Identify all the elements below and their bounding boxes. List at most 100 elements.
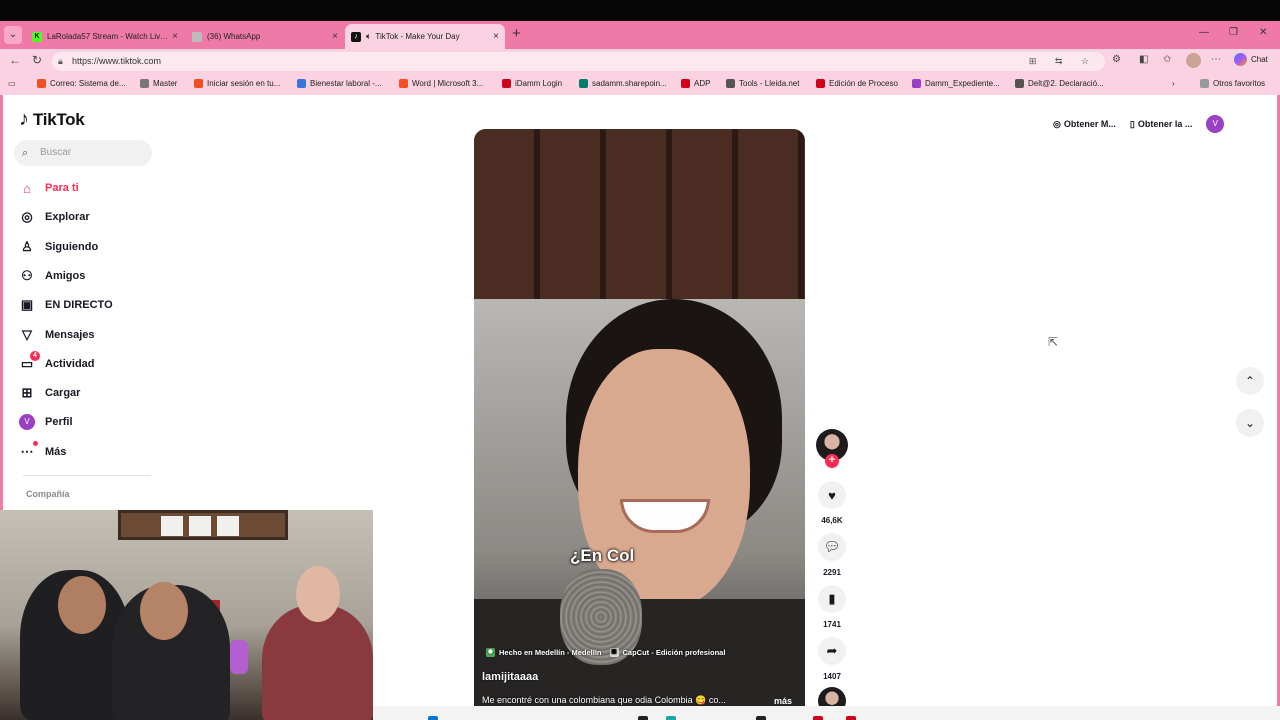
new-tab-button[interactable]: + bbox=[512, 26, 526, 42]
restore-icon[interactable]: ❐ bbox=[1229, 27, 1238, 38]
like-button[interactable]: ♥ bbox=[818, 481, 846, 509]
bookmark-item[interactable]: Delt@2. Declaració... bbox=[1015, 79, 1104, 88]
next-video-button[interactable]: ⌄ bbox=[1236, 409, 1264, 437]
tiktok-icon: ♪ bbox=[351, 31, 361, 42]
bookmark-item[interactable]: Iniciar sesión en tu... bbox=[194, 79, 280, 88]
taskbar-app-icon[interactable] bbox=[813, 716, 823, 720]
sidebar-item-mensajes[interactable]: ▽ Mensajes bbox=[18, 326, 95, 344]
video-tags: ◉ Hecho en Medellín - Medellín ▣ CapCut … bbox=[486, 648, 725, 657]
sidebar-item-siguiendo[interactable]: ♙ Siguiendo bbox=[18, 238, 98, 256]
refresh-icon[interactable]: ↻ bbox=[32, 53, 42, 67]
search-input[interactable]: ⌕ Buscar bbox=[14, 140, 152, 166]
company-link[interactable]: Compañía bbox=[26, 489, 70, 499]
sidebar-item-en-directo[interactable]: ▣ EN DIRECTO bbox=[18, 296, 113, 314]
bookmark-item[interactable]: Word | Microsoft 3... bbox=[399, 79, 483, 88]
video-author[interactable]: lamijitaaaa bbox=[482, 671, 538, 683]
sidebar-item-cargar[interactable]: ⊞ Cargar bbox=[18, 384, 81, 402]
bookmark-label: Tools - Lleida.net bbox=[739, 79, 800, 88]
taskbar-app-icon[interactable] bbox=[756, 716, 766, 720]
minimize-icon[interactable]: — bbox=[1199, 27, 1209, 38]
notification-badge: 4 bbox=[30, 350, 40, 361]
settings-more-icon[interactable]: ⋯ bbox=[1211, 54, 1221, 65]
address-row: ← ↻ 🔒︎ https://www.tiktok.com ⊞ ⇆ ☆ ⚙︎ ◧… bbox=[0, 49, 1280, 74]
following-icon: ♙ bbox=[21, 238, 33, 254]
whatsapp-icon bbox=[192, 31, 202, 42]
window-close-icon[interactable]: ✕ bbox=[1259, 27, 1267, 38]
copilot-icon bbox=[1234, 53, 1247, 66]
bookmark-label: Damm_Expediente... bbox=[925, 79, 1000, 88]
other-favorites[interactable]: Otros favoritos bbox=[1200, 79, 1265, 88]
search-icon: ⌕ bbox=[22, 147, 29, 159]
split-screen-icon[interactable]: ◧ bbox=[1139, 54, 1148, 65]
save-button[interactable]: ▮ bbox=[818, 585, 846, 613]
tiktok-logo[interactable]: ♪ TikTok bbox=[19, 108, 85, 131]
favorites-icon[interactable]: ✩ bbox=[1163, 54, 1171, 65]
sidebar-item-actividad[interactable]: ▭ 4 Actividad bbox=[18, 350, 95, 373]
more-button[interactable]: más bbox=[774, 696, 792, 706]
user-avatar[interactable]: V bbox=[1206, 115, 1225, 133]
close-icon[interactable]: × bbox=[172, 31, 178, 42]
bookmark-favicon-icon bbox=[726, 79, 735, 88]
sidebar-item-explorar[interactable]: ◎ Explorar bbox=[18, 208, 90, 226]
os-taskbar bbox=[373, 706, 1280, 720]
capcut-tag[interactable]: ▣ CapCut - Edición profesional bbox=[609, 648, 725, 657]
upload-icon: ⊞ bbox=[21, 385, 33, 401]
sidebar-item-amigos[interactable]: ⚇ Amigos bbox=[18, 267, 85, 285]
bookmark-item[interactable]: Bienestar laboral -... bbox=[297, 79, 382, 88]
sidebar-item-perfil[interactable]: V Perfil bbox=[18, 413, 73, 431]
address-bar[interactable]: 🔒︎ https://www.tiktok.com ⊞ ⇆ ☆ bbox=[52, 52, 1105, 71]
close-icon[interactable]: × bbox=[332, 31, 338, 42]
tab-actions-icon[interactable]: ⌄ bbox=[4, 26, 22, 44]
share-button[interactable]: ➦ bbox=[818, 637, 846, 665]
bookmark-item[interactable]: Tools - Lleida.net bbox=[726, 79, 799, 88]
address-bar-icons[interactable]: ⊞ ⇆ ☆ bbox=[1029, 52, 1097, 71]
start-icon[interactable] bbox=[428, 716, 438, 720]
bookmark-item[interactable]: ADP bbox=[681, 79, 710, 88]
extensions-icon[interactable]: ⚙︎ bbox=[1112, 54, 1121, 65]
site-info-icon[interactable]: 🔒︎ bbox=[58, 52, 63, 71]
taskbar-app-icon[interactable] bbox=[666, 716, 676, 720]
taskbar-app-icon[interactable] bbox=[638, 716, 648, 720]
back-icon[interactable]: ← bbox=[9, 53, 21, 67]
sound-avatar[interactable] bbox=[818, 687, 846, 707]
bookmark-item[interactable]: Master bbox=[140, 79, 177, 88]
bookmark-label: Delt@2. Declaració... bbox=[1028, 79, 1104, 88]
tab-tiktok[interactable]: ♪ 🔈︎ TikTok - Make Your Day × bbox=[345, 24, 505, 49]
bookmark-item[interactable]: Edición de Proceso bbox=[816, 79, 898, 88]
bookmark-label: Bienestar laboral -... bbox=[310, 79, 382, 88]
follow-plus-icon[interactable]: + bbox=[825, 454, 839, 468]
comment-button[interactable]: 💬︎ bbox=[818, 533, 846, 561]
bookmarks-overflow-icon[interactable]: › bbox=[1172, 79, 1175, 88]
tab-whatsapp[interactable]: (36) WhatsApp × bbox=[186, 24, 344, 49]
get-app-button[interactable]: ◎ Obtener M... bbox=[1053, 119, 1116, 130]
bookmark-item[interactable]: Correo: Sistema de... bbox=[37, 79, 126, 88]
sidebar-item-label: Cargar bbox=[45, 387, 81, 400]
taskbar-app-icon[interactable] bbox=[846, 716, 856, 720]
get-desktop-button[interactable]: ▯ Obtener la ... bbox=[1130, 119, 1192, 130]
video-frame-ceiling bbox=[474, 129, 805, 299]
sidebar-item-más[interactable]: ⋯ Más bbox=[18, 440, 66, 461]
bookmark-label: Word | Microsoft 3... bbox=[412, 79, 484, 88]
copilot-chat-button[interactable]: Chat bbox=[1234, 53, 1268, 66]
previous-video-button[interactable]: ⌃ bbox=[1236, 367, 1264, 395]
speaker-icon[interactable]: 🔈︎ bbox=[366, 31, 371, 42]
messages-icon: ▽ bbox=[22, 326, 32, 342]
phone-icon: ▯ bbox=[1129, 118, 1135, 129]
bookmark-item[interactable]: Damm_Expediente... bbox=[912, 79, 1000, 88]
kick-icon: K bbox=[32, 31, 42, 42]
reading-list-icon[interactable]: ▭ bbox=[8, 79, 16, 88]
bookmark-icon: ▮ bbox=[828, 591, 836, 606]
sidebar-item-para-ti[interactable]: ⌂ Para ti bbox=[18, 179, 79, 197]
video-player[interactable]: ¿En Col ◉ Hecho en Medellín - Medellín ▣… bbox=[474, 129, 805, 707]
screen-top-bar bbox=[0, 0, 1280, 21]
location-tag[interactable]: ◉ Hecho en Medellín - Medellín bbox=[486, 648, 602, 657]
tab-larolada[interactable]: K LaRolada57 Stream - Watch Live o × bbox=[26, 24, 184, 49]
profile-avatar[interactable] bbox=[1186, 53, 1201, 68]
bookmark-item[interactable]: sadamm.sharepoin... bbox=[579, 79, 667, 88]
close-icon[interactable]: × bbox=[493, 31, 499, 42]
sidebar-item-label: Perfil bbox=[45, 416, 73, 429]
webcam-person-3 bbox=[262, 605, 373, 720]
bookmark-item[interactable]: iDamm Login bbox=[502, 79, 562, 88]
sidebar-item-label: Explorar bbox=[45, 211, 90, 224]
compass-icon: ◎ bbox=[21, 209, 33, 225]
